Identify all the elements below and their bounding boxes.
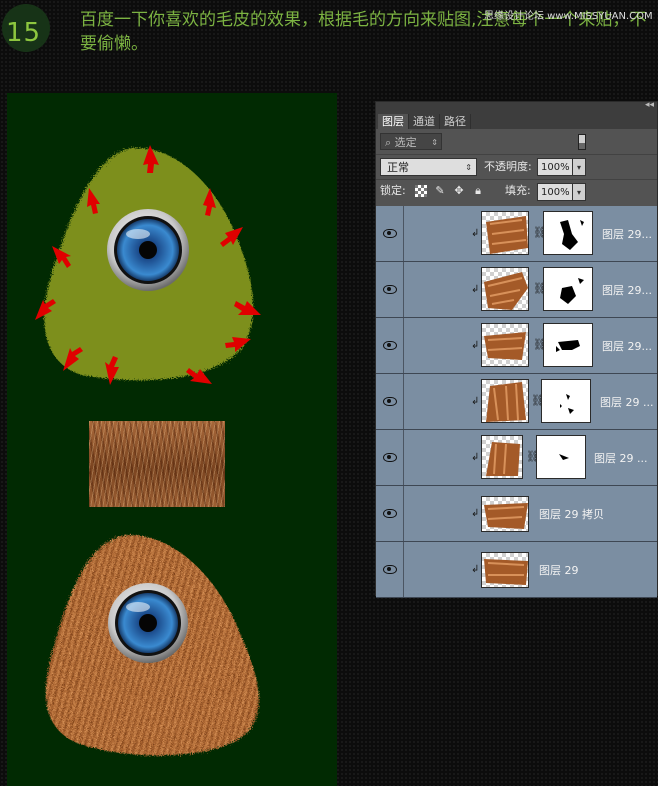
fur-texture-sample xyxy=(89,421,225,507)
layer-row[interactable]: ↲ 图层 29 拷贝 xyxy=(376,486,657,542)
fill-label: 填充: xyxy=(505,184,531,197)
tab-layers[interactable]: 图层 xyxy=(378,114,409,129)
layer-thumbnail[interactable] xyxy=(481,323,529,367)
layer-mask-thumbnail[interactable] xyxy=(543,211,593,255)
clipping-arrow-icon: ↲ xyxy=(471,396,480,407)
layer-filter-select[interactable]: ⌕ 选定 ⇕ xyxy=(380,133,442,150)
eye-icon xyxy=(383,285,397,294)
blend-mode-value: 正常 xyxy=(387,161,409,174)
visibility-toggle[interactable] xyxy=(376,430,404,485)
collapse-icon[interactable]: ◂◂ xyxy=(645,100,654,110)
move-icon[interactable]: ✥ xyxy=(453,185,465,197)
divider xyxy=(376,154,657,155)
clipping-arrow-icon: ↲ xyxy=(471,228,480,239)
photoshop-canvas xyxy=(7,93,337,786)
layer-mask-thumbnail[interactable] xyxy=(536,435,586,479)
eye-icon xyxy=(383,397,397,406)
layer-name[interactable]: 图层 29 ... xyxy=(600,394,653,410)
layer-row[interactable]: ↲ ⛓ 图层 29 ... xyxy=(376,374,657,430)
lock-icon[interactable]: 🔒︎ xyxy=(472,185,484,197)
eye-icon xyxy=(383,565,397,574)
layer-mask-thumbnail[interactable] xyxy=(541,379,591,423)
clipping-arrow-icon: ↲ xyxy=(471,564,480,575)
visibility-toggle[interactable] xyxy=(376,374,404,429)
eye-icon xyxy=(383,229,397,238)
layer-row[interactable]: ↲ ⛓ 图层 29 ... xyxy=(376,430,657,486)
layer-list: ↲ ⛓ 图层 29... ↲ ⛓ 图层 29... ↲ ⛓ 图层 29... ↲… xyxy=(376,206,657,598)
search-icon: ⌕ xyxy=(385,136,395,149)
layer-row[interactable]: ↲ ⛓ 图层 29... xyxy=(376,318,657,374)
layer-name[interactable]: 图层 29... xyxy=(602,338,652,354)
filter-label: 选定 xyxy=(394,136,417,149)
layer-thumbnail[interactable] xyxy=(481,267,529,311)
layer-mask-thumbnail[interactable] xyxy=(543,323,593,367)
visibility-toggle[interactable] xyxy=(376,206,404,261)
panel-tabs: 图层 通道 路径 xyxy=(376,112,657,129)
layer-thumbnail[interactable] xyxy=(481,496,529,532)
blend-row: 正常 ⇕ 不透明度: 100% ▾ xyxy=(376,156,657,178)
layer-row[interactable]: ↲ ⛓ 图层 29... xyxy=(376,206,657,262)
layer-name[interactable]: 图层 29 ... xyxy=(594,450,647,466)
fill-dropdown-button[interactable]: ▾ xyxy=(572,183,586,201)
tab-channels[interactable]: 通道 xyxy=(409,114,440,129)
layers-panel: ◂◂ 图层 通道 路径 ⌕ 选定 ⇕ 正常 ⇕ 不透明度: 100% ▾ 锁定:… xyxy=(375,100,658,598)
chevron-updown-icon: ⇕ xyxy=(465,163,472,172)
layer-name[interactable]: 图层 29... xyxy=(602,226,652,242)
visibility-toggle[interactable] xyxy=(376,318,404,373)
step-number: 15 xyxy=(6,18,42,48)
site-watermark: 思缘设计论坛 www.MISSYUAN.COM xyxy=(484,11,653,22)
layer-name[interactable]: 图层 29 拷贝 xyxy=(539,506,604,522)
tab-paths[interactable]: 路径 xyxy=(440,114,471,129)
lock-label: 锁定: xyxy=(380,184,406,197)
layer-mask-thumbnail[interactable] xyxy=(543,267,593,311)
layer-filter-row: ⌕ 选定 ⇕ xyxy=(376,131,657,153)
visibility-toggle[interactable] xyxy=(376,262,404,317)
layer-name[interactable]: 图层 29 xyxy=(539,562,579,578)
layer-thumbnail[interactable] xyxy=(481,211,529,255)
layer-row[interactable]: ↲ ⛓ 图层 29... xyxy=(376,262,657,318)
lock-row: 锁定: ✎ ✥ 🔒︎ 填充: 100% ▾ xyxy=(376,182,657,204)
visibility-toggle[interactable] xyxy=(376,542,404,597)
clipping-arrow-icon: ↲ xyxy=(471,508,480,519)
panel-title-bar: ◂◂ xyxy=(376,100,657,112)
divider xyxy=(376,179,657,180)
filter-toggle-switch[interactable] xyxy=(578,134,586,150)
fill-input[interactable]: 100% xyxy=(537,183,573,201)
lock-transparent-pixels-icon[interactable] xyxy=(415,185,427,197)
blend-mode-select[interactable]: 正常 ⇕ xyxy=(380,158,477,176)
layer-thumbnail[interactable] xyxy=(481,435,523,479)
eye-icon xyxy=(383,509,397,518)
eye-brown xyxy=(108,583,188,663)
clipping-arrow-icon: ↲ xyxy=(471,340,480,351)
brush-icon[interactable]: ✎ xyxy=(434,185,446,197)
eye-icon xyxy=(383,341,397,350)
opacity-dropdown-button[interactable]: ▾ xyxy=(572,158,586,176)
chevron-updown-icon: ⇕ xyxy=(431,138,438,147)
clipping-arrow-icon: ↲ xyxy=(471,284,480,295)
eye-icon xyxy=(383,453,397,462)
eye-green xyxy=(107,209,189,291)
layer-row[interactable]: ↲ 图层 29 xyxy=(376,542,657,598)
visibility-toggle[interactable] xyxy=(376,486,404,541)
clipping-arrow-icon: ↲ xyxy=(471,452,480,463)
layer-name[interactable]: 图层 29... xyxy=(602,282,652,298)
opacity-input[interactable]: 100% xyxy=(537,158,573,176)
layer-thumbnail[interactable] xyxy=(481,552,529,588)
opacity-label: 不透明度: xyxy=(484,160,532,173)
layer-thumbnail[interactable] xyxy=(481,379,529,423)
